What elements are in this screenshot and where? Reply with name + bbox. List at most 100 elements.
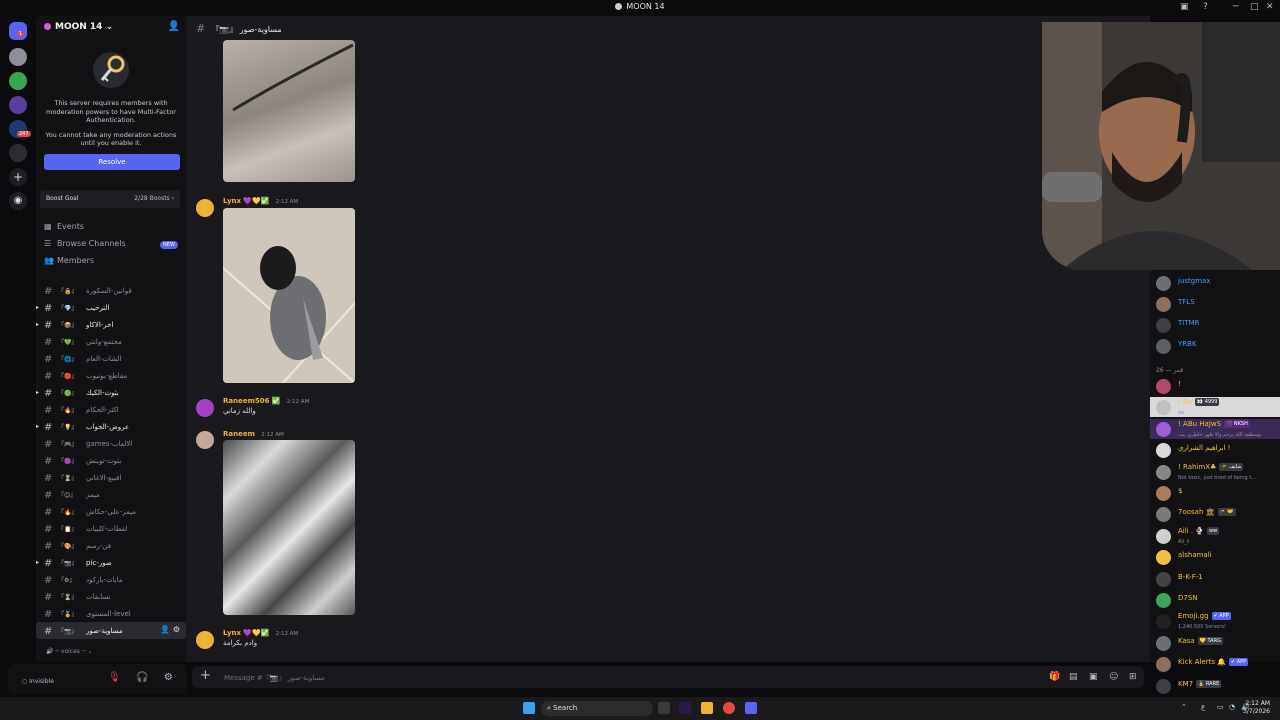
- discord-taskbar-icon[interactable]: [745, 702, 757, 714]
- channel-item[interactable]: # 『⏳』 افيبع-الاغاني: [36, 469, 186, 486]
- system-clock[interactable]: 2:12 AM 3/7/2026: [1243, 700, 1270, 716]
- headphones-icon[interactable]: 🎧: [136, 672, 148, 683]
- member-item[interactable]: justgmax: [1150, 273, 1280, 293]
- channel-item[interactable]: ▸ # 『📦』 اخر-الاكاو: [36, 316, 186, 333]
- nav-events[interactable]: ▦ Events: [44, 222, 84, 231]
- emoji-icon[interactable]: ☺: [1109, 672, 1118, 682]
- channel-item[interactable]: # 『📋』 لقطات-كليبات: [36, 520, 186, 537]
- discover-icon[interactable]: ◉: [9, 192, 27, 210]
- channel-item[interactable]: # 『🔴』 مقاطع-يوتيوب: [36, 367, 186, 384]
- server-header[interactable]: MOON 14 ⌄ 👤: [36, 16, 186, 40]
- server-icon-2[interactable]: [9, 72, 27, 90]
- task-view-icon[interactable]: [658, 702, 670, 714]
- member-item[interactable]: Kick Alerts 🔔 ✔ APP: [1150, 654, 1280, 674]
- avatar[interactable]: [196, 431, 214, 449]
- member-item[interactable]: KM7 🏅 RARE: [1150, 676, 1280, 696]
- member-item[interactable]: TITMR: [1150, 315, 1280, 335]
- add-server-icon[interactable]: +: [9, 168, 27, 186]
- channel-item[interactable]: # 『🎨』 فن-رسم: [36, 537, 186, 554]
- member-item[interactable]: ! Ro 👀 4999 av: [1150, 397, 1280, 418]
- wifi-icon[interactable]: ◔: [1229, 703, 1235, 711]
- channel-item[interactable]: # 『🟣』 بثوث-تويتش: [36, 452, 186, 469]
- windows-start-icon[interactable]: [523, 702, 535, 714]
- gif-icon[interactable]: ▤: [1069, 672, 1078, 682]
- channel-item[interactable]: # 『😊』 ميمز: [36, 486, 186, 503]
- member-item[interactable]: $: [1150, 483, 1280, 503]
- attachment-image[interactable]: [223, 208, 355, 383]
- member-item[interactable]: alshamali: [1150, 547, 1280, 567]
- user-status[interactable]: ○ Invisible: [22, 678, 54, 685]
- gear-icon[interactable]: ⚙: [164, 672, 173, 683]
- member-item[interactable]: ! RahimX♣ 🥷 شايف Not toxic, just tired of …: [1150, 462, 1280, 482]
- member-item[interactable]: !: [1150, 376, 1280, 396]
- channel-item[interactable]: ▸ # 『💡』 عروض-الجواب: [36, 418, 186, 435]
- voices-category[interactable]: 🔊 ─ voices ─ ⌄: [46, 648, 92, 655]
- message-input[interactable]: Message #『📷』 مساوية-صور: [224, 673, 324, 683]
- author-name[interactable]: Lynx: [223, 197, 241, 205]
- member-item[interactable]: 7oosah 🏛 🥷 🤝: [1150, 504, 1280, 524]
- help-icon[interactable]: ?: [1203, 2, 1208, 12]
- close-button[interactable]: ✕: [1266, 2, 1274, 12]
- channel-item[interactable]: # 『⌛』 نسابقات: [36, 588, 186, 605]
- channel-item[interactable]: # 『🌐』 الشات-العام: [36, 350, 186, 367]
- expand-icon[interactable]: ▸: [36, 321, 39, 328]
- add-member-icon[interactable]: 👤: [168, 21, 180, 32]
- member-item[interactable]: TFLS: [1150, 294, 1280, 314]
- channel-item[interactable]: # 『📷』 مساوية-صور 👤 ⚙: [36, 622, 186, 639]
- avatar[interactable]: [196, 399, 214, 417]
- nav-members[interactable]: 👥 Members: [44, 256, 94, 265]
- boost-count: 2/28 Boosts ›: [134, 195, 174, 202]
- server-icon-5[interactable]: [9, 144, 27, 162]
- channel-item[interactable]: # 『🔥』 اكثر-الحكام: [36, 401, 186, 418]
- resolve-button[interactable]: Resolve: [44, 153, 180, 170]
- nav-browse-channels[interactable]: ☰ Browse Channels: [44, 239, 126, 248]
- premiere-icon[interactable]: [679, 702, 691, 714]
- attachment-image[interactable]: [223, 440, 355, 615]
- sticker-icon[interactable]: ▣: [1089, 672, 1098, 682]
- expand-icon[interactable]: ▸: [36, 559, 39, 566]
- expand-icon[interactable]: ▸: [36, 423, 39, 430]
- author-name[interactable]: Lynx: [223, 629, 241, 637]
- member-item[interactable]: Kasa 💛 TARG: [1150, 633, 1280, 653]
- member-item[interactable]: YRBK: [1150, 336, 1280, 356]
- server-icon-1[interactable]: [9, 48, 27, 66]
- channel-item[interactable]: ▸ # 『💎』 الترحيب: [36, 299, 186, 316]
- tray-chevron-icon[interactable]: ⌃: [1181, 703, 1187, 711]
- author-name[interactable]: Raneem506: [223, 397, 270, 405]
- maximize-button[interactable]: □: [1250, 2, 1259, 12]
- member-item[interactable]: Aili . 🍨 ww Ali_li: [1150, 526, 1280, 546]
- language-indicator[interactable]: ع: [1201, 703, 1205, 711]
- mute-icon[interactable]: 🎙: [108, 672, 121, 683]
- channel-item[interactable]: # 『💚』 مجتمع-وانتي: [36, 333, 186, 350]
- member-item[interactable]: ! ABu HaJwS 🏹 NKSH بومنطقه الله يرحم والا …: [1150, 418, 1280, 439]
- member-item[interactable]: ابراهيم الشراري !: [1150, 440, 1280, 460]
- chrome-icon[interactable]: [723, 702, 735, 714]
- channel-item[interactable]: # 『🔒』 قوانين-السكورة: [36, 282, 186, 299]
- channel-item[interactable]: ▸ # 『📷』 pic-صور: [36, 554, 186, 571]
- taskbar-search[interactable]: ⌕ Search: [541, 701, 653, 716]
- apps-icon[interactable]: ⊞: [1129, 672, 1137, 682]
- network-icon[interactable]: ▭: [1217, 703, 1224, 711]
- expand-icon[interactable]: ▸: [36, 389, 39, 396]
- channel-settings-icon[interactable]: 👤 ⚙: [160, 625, 180, 634]
- minimize-button[interactable]: ─: [1233, 2, 1238, 12]
- member-item[interactable]: B-K-F-1: [1150, 569, 1280, 589]
- channel-item[interactable]: # 『🎮』 games-الالعاب: [36, 435, 186, 452]
- channel-item[interactable]: # 『🔥』 ميمز-على-حكاش: [36, 503, 186, 520]
- attach-icon[interactable]: +: [200, 668, 211, 683]
- inbox-icon[interactable]: ▣: [1180, 2, 1189, 12]
- channel-item[interactable]: ▸ # 『🟢』 بثوث-الكيك: [36, 384, 186, 401]
- member-item[interactable]: D7SN: [1150, 590, 1280, 610]
- gift-icon[interactable]: 🎁: [1049, 672, 1060, 682]
- server-icon-3[interactable]: [9, 96, 27, 114]
- expand-icon[interactable]: ▸: [36, 304, 39, 311]
- channel-item[interactable]: # 『⚙』 مابات-باركود: [36, 571, 186, 588]
- boost-goal[interactable]: Boost Goal 2/28 Boosts ›: [40, 190, 180, 208]
- attachment-image[interactable]: [223, 40, 355, 182]
- author-name[interactable]: Raneem: [223, 430, 255, 438]
- member-item[interactable]: Emoji.gg ✔ APP 1,240,500 Servers!: [1150, 611, 1280, 631]
- file-explorer-icon[interactable]: [701, 702, 713, 714]
- avatar[interactable]: [196, 199, 214, 217]
- channel-item[interactable]: # 『🏅』 المستوى-level: [36, 605, 186, 622]
- avatar[interactable]: [196, 631, 214, 649]
